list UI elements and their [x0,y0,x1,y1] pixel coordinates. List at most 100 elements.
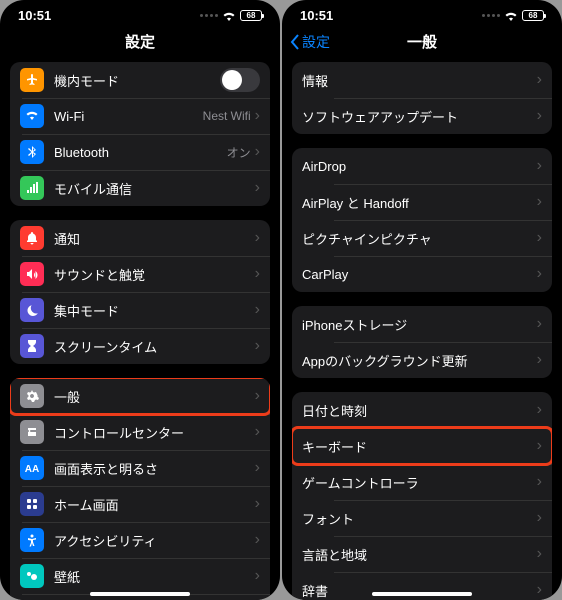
chevron-right-icon: › [537,71,542,89]
settings-row[interactable]: 機内モード [10,62,270,98]
settings-row[interactable]: フォント› [292,500,552,536]
settings-row[interactable]: CarPlay› [292,256,552,292]
row-label: Wi-Fi [54,109,203,124]
row-label: Appのバックグラウンド更新 [302,351,537,370]
settings-row[interactable]: 一般› [10,378,270,414]
cellular-icon [20,176,44,200]
settings-row[interactable]: 壁紙› [10,558,270,594]
chevron-right-icon: › [255,143,260,161]
settings-row[interactable]: 情報› [292,62,552,98]
svg-text:AA: AA [25,464,39,475]
row-label: 言語と地域 [302,545,537,564]
settings-row[interactable]: 集中モード› [10,292,270,328]
row-label: ゲームコントローラ [302,473,537,492]
row-label: コントロールセンター [54,423,255,442]
chevron-right-icon: › [537,107,542,125]
chevron-right-icon: › [255,265,260,283]
home-indicator[interactable] [90,592,190,596]
row-label: iPhoneストレージ [302,315,537,334]
status-bar: 10:51 68 [0,0,280,25]
chevron-right-icon: › [537,473,542,491]
home-indicator[interactable] [372,592,472,596]
row-label: キーボード [302,437,537,456]
bell-icon [20,226,44,250]
settings-row[interactable]: Wi-FiNest Wifi › [10,98,270,134]
battery-icon: 68 [522,10,544,21]
battery-icon: 68 [240,10,262,21]
settings-row[interactable]: 言語と地域› [292,536,552,572]
row-label: 画面表示と明るさ [54,459,255,478]
row-label: Bluetooth [54,145,227,160]
chevron-right-icon: › [255,459,260,477]
settings-row[interactable]: スクリーンタイム› [10,328,270,364]
row-label: アクセシビリティ [54,531,255,550]
chevron-right-icon: › [255,387,260,405]
settings-row[interactable]: 日付と時刻› [292,392,552,428]
chevron-right-icon: › [255,107,260,125]
row-label: フォント [302,509,537,528]
toggle-switch[interactable] [220,68,260,92]
row-label: ピクチャインピクチャ [302,229,537,248]
chevron-right-icon: › [255,179,260,197]
nav-bar: 設定 一般 [282,25,562,62]
wifi-icon [20,104,44,128]
settings-row[interactable]: サウンドと触覚› [10,256,270,292]
row-label: モバイル通信 [54,179,255,198]
settings-row[interactable]: ゲームコントローラ› [292,464,552,500]
settings-row[interactable]: キーボード› [292,428,552,464]
settings-row[interactable]: モバイル通信› [10,170,270,206]
settings-row[interactable]: ピクチャインピクチャ› [292,220,552,256]
chevron-right-icon: › [537,265,542,283]
settings-row[interactable]: コントロールセンター› [10,414,270,450]
chevron-right-icon: › [537,401,542,419]
settings-group: iPhoneストレージ›Appのバックグラウンド更新› [292,306,552,378]
settings-row[interactable]: AA 画面表示と明るさ› [10,450,270,486]
back-label: 設定 [302,32,330,52]
settings-list[interactable]: 機内モードWi-FiNest Wifi›Bluetoothオン›モバイル通信›通… [0,62,280,600]
settings-row[interactable]: AirDrop› [292,148,552,184]
gear-icon [20,384,44,408]
settings-row[interactable]: iPhoneストレージ› [292,306,552,342]
cellular-signal-icon [482,14,500,17]
settings-row[interactable]: Appのバックグラウンド更新› [292,342,552,378]
row-detail: Nest Wifi [203,109,251,123]
settings-row[interactable]: ソフトウェアアップデート› [292,98,552,134]
settings-group: 機内モードWi-FiNest Wifi›Bluetoothオン›モバイル通信› [10,62,270,206]
chevron-right-icon: › [537,545,542,563]
chevron-right-icon: › [255,337,260,355]
accessibility-icon [20,528,44,552]
row-label: ソフトウェアアップデート [302,107,537,126]
row-label: サウンドと触覚 [54,265,255,284]
row-label: 通知 [54,229,255,248]
row-label: 機内モード [54,71,220,90]
switches-icon [20,420,44,444]
chevron-right-icon: › [255,423,260,441]
chevron-left-icon [290,34,300,50]
settings-group: 情報›ソフトウェアアップデート› [292,62,552,134]
settings-group: AirDrop›AirPlay と Handoff›ピクチャインピクチャ›Car… [292,148,552,292]
settings-row[interactable]: アクセシビリティ› [10,522,270,558]
chevron-right-icon: › [255,567,260,585]
chevron-right-icon: › [255,301,260,319]
chevron-right-icon: › [255,495,260,513]
chevron-right-icon: › [537,229,542,247]
settings-group: 通知›サウンドと触覚›集中モード›スクリーンタイム› [10,220,270,364]
nav-bar: 設定 [0,25,280,62]
settings-row[interactable]: Bluetoothオン› [10,134,270,170]
left-screenshot: 10:51 68 設定 機内モードWi-FiNest Wifi›Bluetoot… [0,0,280,600]
row-label: 日付と時刻 [302,401,537,420]
settings-row[interactable]: AirPlay と Handoff› [292,184,552,220]
moon-icon [20,298,44,322]
chevron-right-icon: › [537,437,542,455]
settings-row[interactable]: 通知› [10,220,270,256]
back-button[interactable]: 設定 [290,32,330,52]
status-time: 10:51 [300,8,333,23]
chevron-right-icon: › [537,315,542,333]
status-right: 68 [482,10,544,21]
wifi-status-icon [222,11,236,21]
settings-group: 日付と時刻›キーボード›ゲームコントローラ›フォント›言語と地域›辞書› [292,392,552,600]
general-list[interactable]: 情報›ソフトウェアアップデート›AirDrop›AirPlay と Handof… [282,62,562,600]
chevron-right-icon: › [537,157,542,175]
settings-row[interactable]: ホーム画面› [10,486,270,522]
row-label: 辞書 [302,581,537,600]
